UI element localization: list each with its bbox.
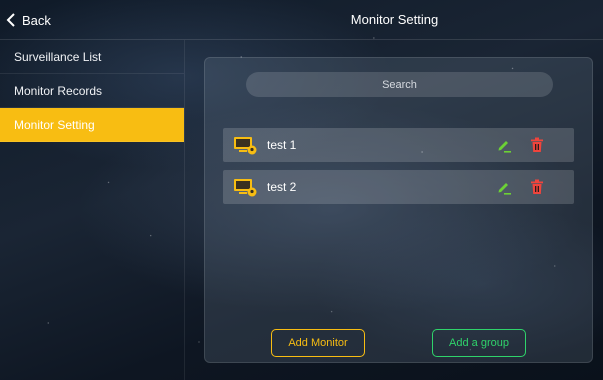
monitor-location-icon	[234, 179, 257, 197]
back-label: Back	[22, 12, 51, 28]
sidebar-item-surveillance-list[interactable]: Surveillance List	[0, 40, 184, 74]
search-input[interactable]	[246, 72, 553, 97]
trash-icon[interactable]	[530, 179, 544, 195]
sidebar-item-monitor-setting[interactable]: Monitor Setting	[0, 108, 184, 142]
monitor-name: test 2	[267, 180, 297, 194]
header-bar: Back Monitor Setting	[0, 0, 603, 40]
sidebar: Surveillance List Monitor Records Monito…	[0, 40, 185, 380]
page-title: Monitor Setting	[350, 12, 439, 27]
monitor-row[interactable]: test 2	[223, 170, 574, 204]
monitor-panel: test 1 test 2	[204, 57, 593, 363]
add-monitor-button[interactable]: Add Monitor	[271, 329, 365, 357]
monitor-row[interactable]: test 1	[223, 128, 574, 162]
edit-icon[interactable]	[496, 137, 512, 153]
back-button[interactable]: Back	[6, 10, 51, 30]
add-group-button[interactable]: Add a group	[432, 329, 526, 357]
chevron-left-icon	[6, 13, 15, 27]
monitor-location-icon	[234, 137, 257, 155]
monitor-name: test 1	[267, 138, 297, 152]
sidebar-item-monitor-records[interactable]: Monitor Records	[0, 74, 184, 108]
trash-icon[interactable]	[530, 137, 544, 153]
edit-icon[interactable]	[496, 179, 512, 195]
